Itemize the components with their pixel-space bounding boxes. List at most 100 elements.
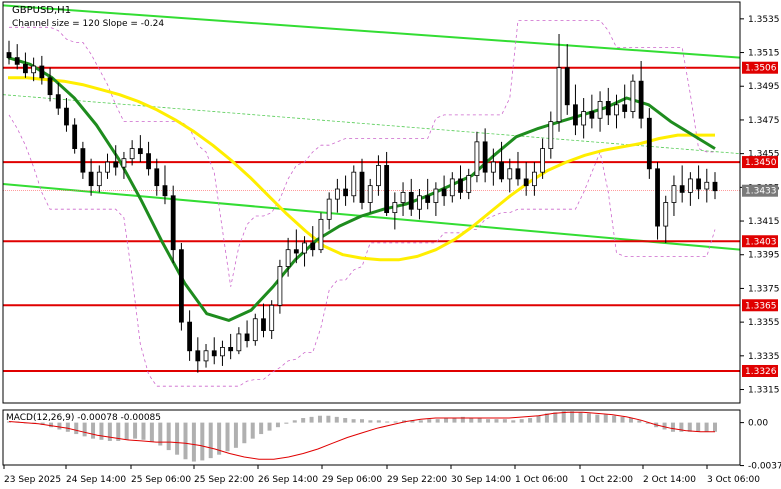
candle-body bbox=[244, 333, 250, 342]
macd-histogram-bar bbox=[200, 422, 205, 461]
candle-body bbox=[113, 161, 119, 168]
candle-body bbox=[408, 191, 414, 210]
level-tag-label: 1.3365 bbox=[745, 301, 777, 311]
candle-body bbox=[523, 178, 529, 187]
candle-body bbox=[449, 178, 455, 197]
candle-body bbox=[277, 266, 283, 306]
candle-body bbox=[14, 57, 20, 65]
macd-histogram-bar bbox=[301, 418, 306, 423]
time-tick-label: 30 Sep 14:00 bbox=[451, 475, 511, 485]
macd-histogram-bar bbox=[91, 422, 96, 439]
candle-body bbox=[712, 181, 718, 192]
candle-body bbox=[178, 249, 184, 323]
candle-body bbox=[80, 148, 86, 173]
macd-histogram-bar bbox=[107, 422, 112, 441]
price-tick-label: 1.3355 bbox=[748, 318, 780, 328]
macd-histogram-bar bbox=[65, 422, 70, 432]
macd-histogram-bar bbox=[242, 422, 247, 444]
candle-body bbox=[515, 168, 521, 180]
candle-body bbox=[433, 188, 439, 203]
macd-histogram-bar bbox=[670, 422, 675, 432]
macd-histogram-bar bbox=[166, 422, 171, 451]
current-price-label: 1.3433 bbox=[745, 187, 777, 197]
macd-histogram-bar bbox=[444, 418, 449, 423]
macd-histogram-bar bbox=[586, 413, 591, 423]
time-tick-label: 24 Sep 14:00 bbox=[66, 475, 126, 485]
candle-body bbox=[23, 63, 28, 74]
time-tick-label: 25 Sep 06:00 bbox=[131, 475, 191, 485]
candle-body bbox=[655, 168, 660, 227]
candle-body bbox=[474, 141, 480, 176]
candle-body bbox=[531, 171, 537, 187]
candle-body bbox=[96, 171, 102, 187]
candle-body bbox=[211, 350, 217, 357]
candle-body bbox=[343, 188, 348, 197]
price-tick-label: 1.3515 bbox=[748, 49, 780, 59]
time-tick-label: 29 Sep 22:00 bbox=[387, 475, 447, 485]
candle-body bbox=[129, 148, 135, 160]
candle-body bbox=[121, 158, 127, 168]
macd-histogram-bar bbox=[133, 422, 138, 439]
macd-histogram-bar bbox=[99, 422, 104, 440]
candle-body bbox=[441, 188, 447, 197]
candle-body bbox=[687, 178, 693, 193]
candle-body bbox=[646, 117, 652, 170]
macd-histogram-bar bbox=[494, 419, 499, 423]
candle-body bbox=[548, 121, 554, 149]
candle-body bbox=[499, 161, 504, 180]
macd-histogram-bar bbox=[628, 418, 633, 423]
macd-histogram-bar bbox=[360, 419, 364, 423]
level-tag-label: 1.3450 bbox=[745, 158, 777, 168]
macd-histogram-bar bbox=[637, 420, 642, 423]
macd-histogram-bar bbox=[376, 420, 381, 423]
price-tick-label: 1.3475 bbox=[748, 116, 780, 126]
macd-histogram-bar bbox=[275, 422, 280, 428]
candle-body bbox=[622, 104, 628, 112]
time-tick-label: 29 Sep 06:00 bbox=[322, 475, 382, 485]
candle-body bbox=[55, 94, 61, 109]
price-tick-label: 1.3335 bbox=[748, 352, 780, 362]
macd-histogram-bar bbox=[385, 421, 390, 423]
candle-body bbox=[614, 104, 619, 116]
time-tick-label: 25 Sep 22:00 bbox=[194, 475, 254, 485]
macd-histogram-bar bbox=[317, 415, 322, 423]
macd-histogram-bar bbox=[595, 414, 600, 423]
candle-body bbox=[671, 185, 677, 203]
candle-body bbox=[326, 198, 332, 220]
candle-body bbox=[88, 171, 94, 187]
level-tag-label: 1.3403 bbox=[745, 237, 777, 247]
candle-body bbox=[392, 202, 398, 214]
candle-body bbox=[252, 318, 258, 342]
candle-body bbox=[195, 350, 201, 362]
macd-histogram-bar bbox=[149, 422, 154, 443]
macd-histogram-bar bbox=[528, 418, 533, 423]
macd-histogram-bar bbox=[233, 422, 238, 448]
time-tick-label: 1 Oct 06:00 bbox=[515, 475, 568, 485]
candle-body bbox=[285, 249, 291, 267]
macd-label: MACD(12,26,9) -0.00078 -0.00085 bbox=[6, 413, 161, 423]
candle-body bbox=[105, 161, 110, 173]
macd-histogram-bar bbox=[393, 421, 398, 423]
candle-body bbox=[220, 346, 225, 357]
price-tick-label: 1.3315 bbox=[748, 386, 780, 396]
price-tick-label: 1.3375 bbox=[748, 284, 780, 294]
candle-body bbox=[490, 161, 496, 173]
macd-histogram-bar bbox=[368, 420, 373, 423]
candle-body bbox=[540, 148, 546, 173]
macd-histogram-bar bbox=[612, 415, 617, 423]
macd-histogram-bar bbox=[418, 420, 423, 423]
macd-histogram-bar bbox=[570, 411, 575, 423]
price-tick-label: 1.3535 bbox=[748, 15, 780, 25]
time-tick-label: 1 Oct 22:00 bbox=[580, 475, 633, 485]
macd-histogram-bar bbox=[259, 422, 264, 435]
candle-body bbox=[162, 185, 168, 197]
macd-histogram-bar bbox=[183, 422, 188, 460]
macd-histogram-bar bbox=[578, 412, 583, 423]
time-tick-label: 3 Oct 06:00 bbox=[707, 475, 760, 485]
macd-histogram-bar bbox=[141, 422, 146, 440]
macd-histogram-bar bbox=[309, 416, 314, 423]
candle-body bbox=[663, 202, 669, 227]
macd-histogram-bar bbox=[486, 419, 491, 423]
macd-histogram-bar bbox=[208, 422, 213, 459]
candle-body bbox=[302, 242, 307, 254]
